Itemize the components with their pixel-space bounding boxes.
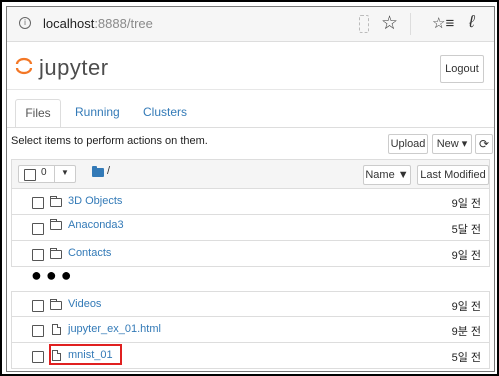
refresh-icon[interactable]: ⟳ <box>475 134 493 154</box>
toolbar-separator <box>410 13 411 35</box>
folder-icon <box>50 299 62 310</box>
tabs-divider <box>7 127 494 128</box>
list-item[interactable]: 3D Objects 9일 전 <box>11 189 490 215</box>
folder-icon <box>50 219 62 230</box>
item-modified-time: 9일 전 <box>451 250 481 262</box>
info-icon[interactable]: i <box>19 17 31 29</box>
action-message: Select items to perform actions on them. <box>11 135 208 147</box>
omitted-rows-ellipsis: ●●● <box>31 265 76 285</box>
list-item[interactable]: jupyter_ex_01.html 9분 전 <box>11 317 490 343</box>
item-name-link[interactable]: 3D Objects <box>68 195 122 207</box>
item-checkbox[interactable] <box>32 325 44 337</box>
item-name-link[interactable]: jupyter_ex_01.html <box>68 323 161 335</box>
folder-icon[interactable] <box>92 166 104 177</box>
url-field[interactable]: localhost:8888/tree <box>43 16 153 31</box>
url-host: localhost <box>43 16 95 31</box>
item-modified-time: 9일 전 <box>451 198 481 210</box>
item-name-link[interactable]: Contacts <box>68 247 111 259</box>
jupyter-logo-text[interactable]: jupyter <box>39 55 109 81</box>
annotation-highlight-box <box>49 344 122 365</box>
upload-button[interactable]: Upload <box>388 134 428 154</box>
list-item[interactable]: Anaconda3 5달 전 <box>11 215 490 241</box>
list-item[interactable]: Contacts 9일 전 <box>11 241 490 267</box>
caret-down-icon[interactable]: ▼ <box>61 168 69 177</box>
tab-clusters[interactable]: Clusters <box>143 99 187 126</box>
favorites-list-icon[interactable]: ☆≡ <box>432 14 454 32</box>
select-all-checkbox[interactable] <box>24 169 36 181</box>
tab-running[interactable]: Running <box>75 99 120 126</box>
new-dropdown-button[interactable]: New ▾ <box>432 134 472 154</box>
select-all-dropdown[interactable]: 0 ▼ <box>18 165 76 183</box>
folder-icon <box>50 196 62 207</box>
sort-by-name-button[interactable]: Name ▼ <box>363 165 411 185</box>
item-checkbox[interactable] <box>32 351 44 363</box>
pen-icon[interactable]: ℓ <box>469 12 475 32</box>
item-modified-time: 5달 전 <box>451 224 481 236</box>
screenshot-frame: i localhost:8888/tree ☆ ☆≡ ℓ jupyter Log… <box>0 0 499 376</box>
browser-address-bar: i localhost:8888/tree ☆ ☆≡ ℓ <box>7 7 494 42</box>
item-checkbox[interactable] <box>32 223 44 235</box>
item-modified-time: 9일 전 <box>451 301 481 313</box>
star-icon[interactable]: ☆ <box>381 12 398 35</box>
logout-button[interactable]: Logout <box>440 55 484 83</box>
selected-count: 0 <box>41 167 47 178</box>
tab-files[interactable]: Files <box>15 99 61 128</box>
file-icon <box>52 324 61 335</box>
list-item[interactable]: Videos 9일 전 <box>11 291 490 317</box>
item-modified-time: 5일 전 <box>451 352 481 364</box>
item-checkbox[interactable] <box>32 197 44 209</box>
item-name-link[interactable]: Videos <box>68 298 101 310</box>
item-modified-time: 9분 전 <box>451 326 481 338</box>
file-list-header: 0 ▼ / Name ▼ Last Modified <box>11 159 490 189</box>
item-checkbox[interactable] <box>32 249 44 261</box>
url-path: :8888/tree <box>94 16 153 31</box>
header-divider <box>7 89 494 90</box>
item-checkbox[interactable] <box>32 300 44 312</box>
dropdown-divider <box>54 166 55 182</box>
jupyter-logo-icon <box>15 57 33 75</box>
item-name-link[interactable]: Anaconda3 <box>68 219 124 231</box>
reader-view-icon[interactable] <box>359 15 369 33</box>
sort-by-last-modified-button[interactable]: Last Modified <box>417 165 489 185</box>
breadcrumb-root[interactable]: / <box>107 165 110 177</box>
folder-icon <box>50 248 62 259</box>
browser-window: i localhost:8888/tree ☆ ☆≡ ℓ jupyter Log… <box>6 6 495 372</box>
